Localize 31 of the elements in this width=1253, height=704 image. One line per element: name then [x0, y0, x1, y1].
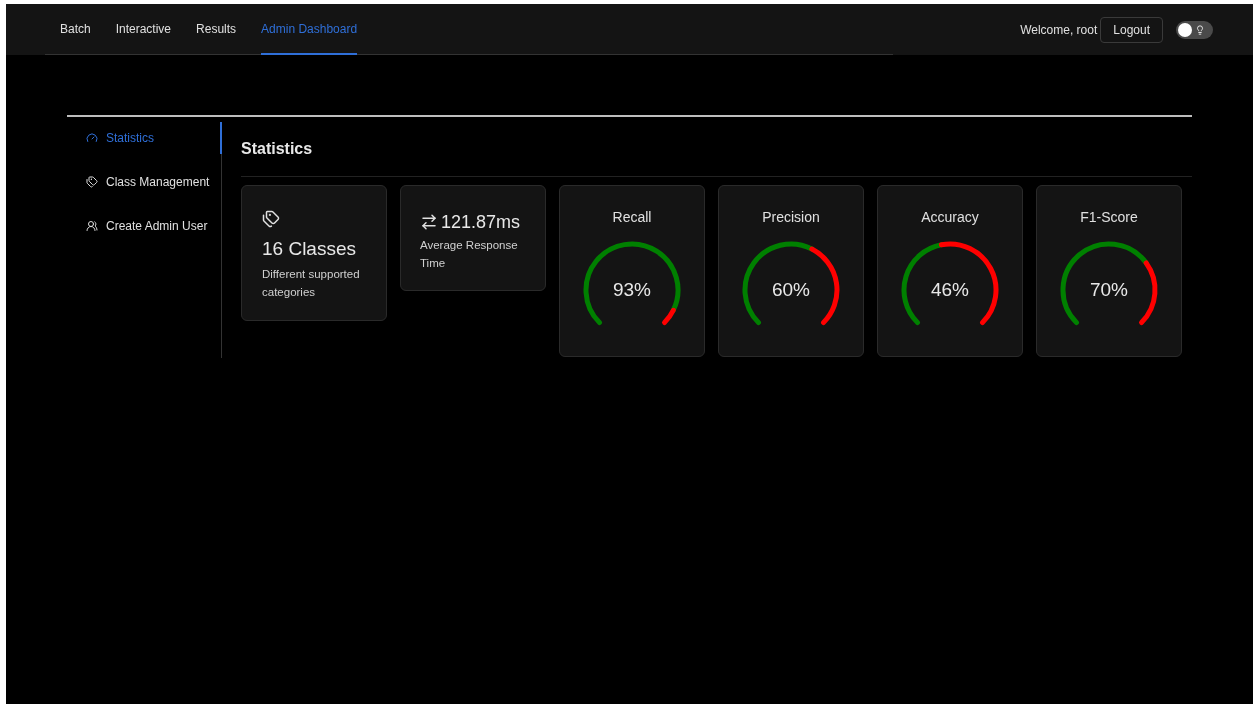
stat-value: 121.87ms [441, 211, 521, 234]
logout-button[interactable]: Logout [1100, 16, 1163, 43]
welcome-text: Welcome, root [1020, 21, 1098, 39]
gauge-title: F1-Score [1080, 208, 1138, 226]
gauge-reading: 70% [1090, 277, 1128, 302]
gauge-icon [86, 132, 98, 144]
stat-caption: Average Response Time [420, 238, 519, 271]
gauge-title: Accuracy [921, 208, 979, 226]
gauge-reading: 46% [931, 277, 969, 302]
nav-tab[interactable]: Results [196, 4, 237, 55]
tags-icon [86, 176, 98, 188]
sidebar-item[interactable]: Statistics [67, 122, 222, 154]
bulb-icon [1195, 24, 1205, 35]
gauge-reading: 60% [772, 277, 810, 302]
nav-tab[interactable]: Batch [60, 4, 91, 55]
gauge-remainder [662, 307, 676, 326]
tags-icon [262, 210, 280, 228]
section-heading: Statistics [241, 139, 313, 159]
sidebar-item[interactable]: Class Management [67, 166, 222, 198]
stat-caption: Different supported categories [262, 267, 361, 300]
theme-toggle[interactable] [1176, 20, 1213, 39]
gauge-title: Recall [612, 208, 652, 226]
gauge-title: Precision [762, 208, 820, 226]
users-icon [86, 220, 98, 232]
nav-tab[interactable]: Admin Dashboard [261, 4, 358, 55]
gauge-reading: 93% [613, 277, 651, 302]
nav-tab[interactable]: Interactive [115, 4, 172, 55]
gauge-remainder [1139, 260, 1158, 326]
sidebar-item[interactable]: Create Admin User [67, 210, 222, 242]
arrows-icon [420, 213, 438, 231]
stat-value: 16 Classes [262, 237, 357, 261]
